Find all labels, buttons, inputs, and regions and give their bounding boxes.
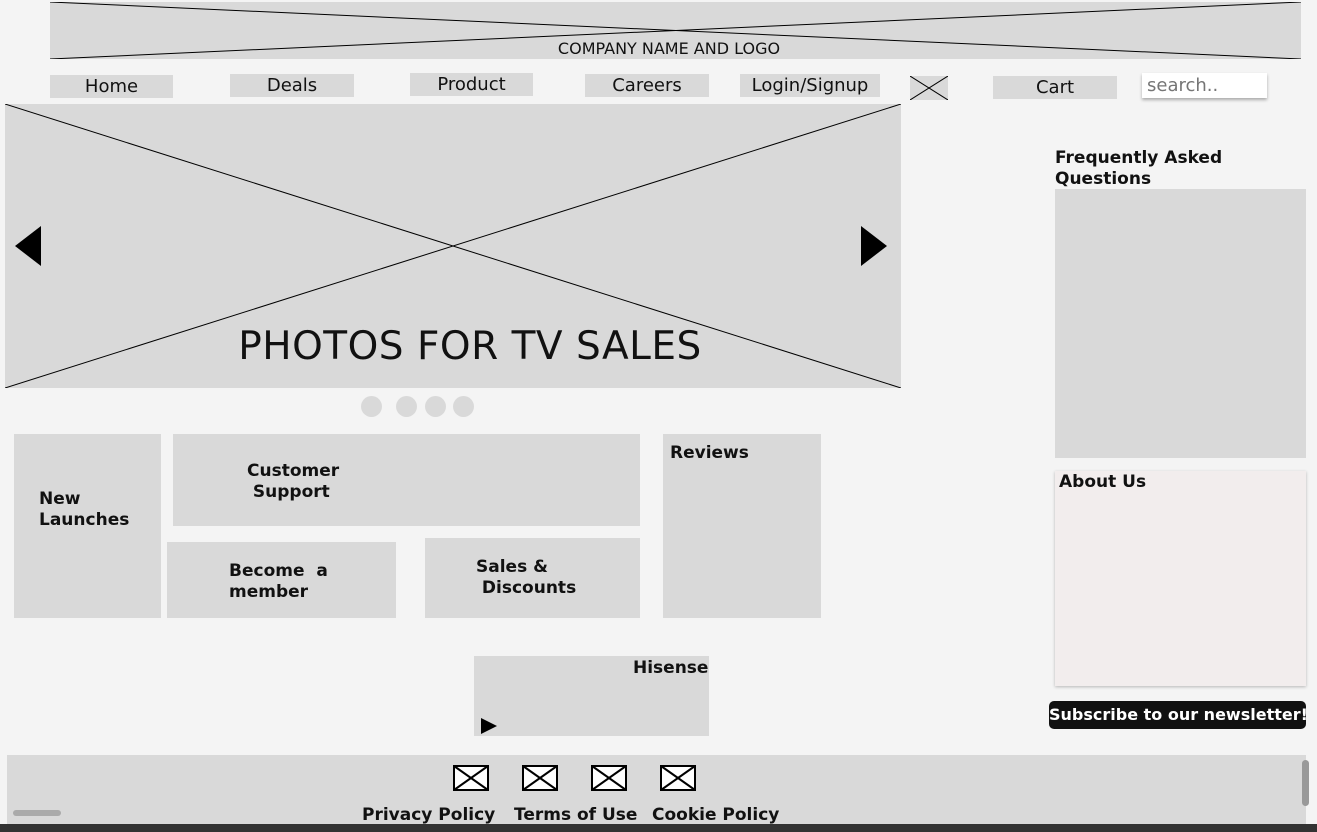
reviews-label: Reviews	[670, 443, 749, 463]
new-launches-label: New Launches	[39, 489, 130, 530]
vertical-scrollbar-thumb[interactable]	[1302, 760, 1309, 806]
privacy-policy-link[interactable]: Privacy Policy	[362, 805, 495, 825]
about-us-title: About Us	[1059, 472, 1147, 492]
become-member-label: Become a member	[229, 561, 328, 602]
nav-careers-button[interactable]: Careers	[585, 74, 709, 97]
hero-carousel: PHOTOS FOR TV SALES	[5, 104, 901, 388]
become-member-tile[interactable]: Become a member	[167, 542, 396, 618]
carousel-dot-1[interactable]	[361, 396, 382, 417]
new-launches-tile[interactable]: New Launches	[14, 434, 161, 618]
play-icon[interactable]	[481, 718, 497, 734]
faq-panel	[1055, 189, 1306, 458]
hisense-label: Hisense	[633, 658, 709, 678]
nav-image-placeholder-icon[interactable]	[910, 76, 948, 100]
hisense-video-tile[interactable]: Hisense	[474, 656, 709, 736]
carousel-prev-arrow-icon[interactable]	[15, 226, 41, 266]
terms-of-use-link[interactable]: Terms of Use	[514, 805, 637, 825]
faq-title: Frequently Asked Questions	[1055, 148, 1223, 189]
sales-discounts-label: Sales & Discounts	[476, 557, 577, 598]
sales-discounts-tile[interactable]: Sales & Discounts	[425, 538, 640, 618]
carousel-dot-3[interactable]	[425, 396, 446, 417]
nav-product-button[interactable]: Product	[410, 73, 533, 96]
footer: Privacy Policy Terms of Use Cookie Polic…	[7, 755, 1306, 832]
footer-social-icon-4[interactable]	[660, 765, 696, 791]
about-us-panel: About Us	[1055, 471, 1306, 686]
bottom-bar	[0, 824, 1317, 832]
carousel-dot-2[interactable]	[396, 396, 417, 417]
subscribe-newsletter-button[interactable]: Subscribe to our newsletter!	[1049, 701, 1306, 729]
reviews-tile[interactable]: Reviews	[663, 434, 821, 618]
customer-support-tile[interactable]: Customer Support	[173, 434, 640, 526]
nav-home-button[interactable]: Home	[50, 75, 173, 98]
company-name-text: COMPANY NAME AND LOGO	[546, 39, 792, 58]
hero-caption: PHOTOS FOR TV SALES	[238, 324, 702, 369]
carousel-next-arrow-icon[interactable]	[861, 226, 887, 266]
customer-support-label: Customer Support	[247, 461, 340, 502]
cookie-policy-link[interactable]: Cookie Policy	[652, 805, 779, 825]
carousel-dot-4[interactable]	[453, 396, 474, 417]
horizontal-scrollbar-thumb[interactable]	[13, 810, 61, 816]
footer-social-icon-1[interactable]	[453, 765, 489, 791]
footer-social-icon-2[interactable]	[522, 765, 558, 791]
company-logo-banner: COMPANY NAME AND LOGO	[50, 2, 1301, 59]
nav-deals-button[interactable]: Deals	[230, 74, 354, 97]
nav-cart-button[interactable]: Cart	[993, 76, 1117, 99]
footer-social-icon-3[interactable]	[591, 765, 627, 791]
nav-login-button[interactable]: Login/Signup	[740, 74, 880, 97]
search-input[interactable]	[1142, 73, 1267, 98]
